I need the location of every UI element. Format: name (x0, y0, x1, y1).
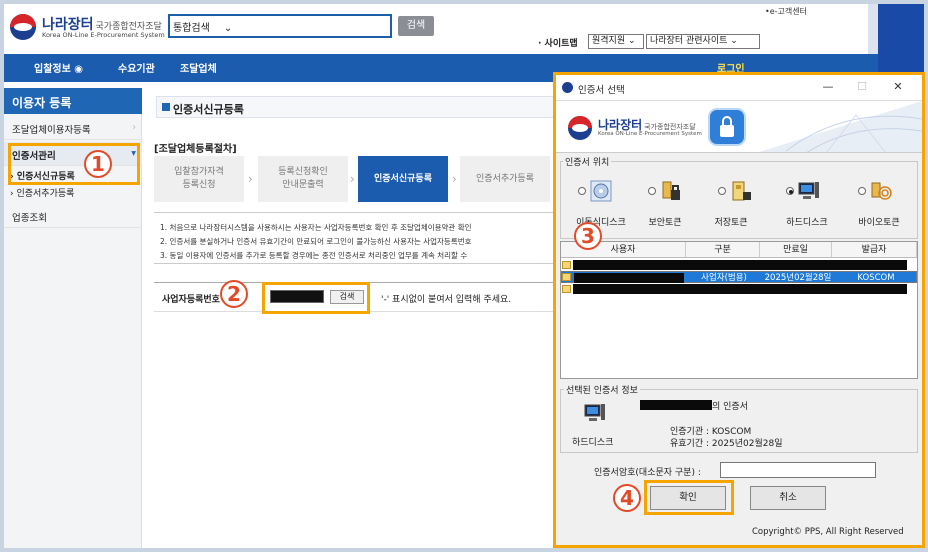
col-issuer[interactable]: 발급자 (832, 242, 917, 258)
step-add-cert: 인증서추가등록 (460, 156, 550, 202)
cert-row-icon (562, 285, 571, 293)
related-sites-select[interactable]: 나라장터 관련사이트 ⌄ (646, 34, 760, 49)
step-qualification: 입찰참가자격 등록신청 (154, 156, 244, 202)
dialog-title: 인증서 선택 (578, 85, 625, 96)
notice-item: 2. 인증서를 분실하거나 인증서 유효기간이 만료되어 로그인이 불가능하신 … (160, 237, 472, 246)
location-label-security-token: 보안토큰 (648, 218, 682, 228)
chevron-right-icon: › (452, 172, 457, 186)
col-expiry[interactable]: 만료일 (760, 242, 832, 258)
selected-cert-owner: 의 인증서 (712, 402, 748, 412)
password-input[interactable] (720, 462, 876, 478)
sidebar-item-supplier-user[interactable]: 조달업체이용자등록 › (4, 116, 142, 140)
radio-storage-token[interactable] (718, 187, 726, 195)
password-label: 인증서암호(대소문자 구분) : (594, 468, 701, 478)
table-row[interactable] (561, 259, 917, 271)
storage-token-icon[interactable] (730, 180, 752, 202)
procedure-title: [조달업체등록절차] (154, 144, 237, 155)
notice-item: 3. 동일 이용자에 인증서를 추가로 등록할 경우에는 종전 인증서로 처리중… (160, 251, 468, 260)
table-row[interactable] (561, 283, 917, 295)
globe-icon: ◉ (74, 64, 84, 75)
chevron-right-icon: › (248, 172, 253, 186)
sidebar-sub-add-cert[interactable]: › 인증서추가등록 (10, 186, 74, 199)
app-logo-icon (562, 82, 573, 93)
chevron-right-icon: › (132, 122, 136, 133)
highlight-box-2 (262, 282, 370, 314)
remote-support-select[interactable]: 원격지원 ⌄ (588, 34, 644, 49)
search-type-select[interactable]: 통합검색 ⌄ (173, 19, 232, 34)
location-label-hard-disk: 하드디스크 (786, 218, 828, 228)
step-marker-1: 1 (84, 150, 112, 178)
step-marker-3: 3 (574, 222, 602, 250)
chevron-right-icon: › (350, 172, 355, 186)
col-type[interactable]: 구분 (686, 242, 760, 258)
location-legend: 인증서 위치 (563, 155, 612, 168)
redacted-text (573, 260, 907, 270)
dialog-brand-english: Korea ON-Line E-Procurement System (598, 131, 702, 137)
notice-item: 1. 처음으로 나라장터시스템을 사용하시는 사용자는 사업자등록번호 확인 후… (160, 223, 472, 232)
sitemap-link[interactable]: · 사이트맵 (538, 36, 578, 49)
customer-center-link[interactable]: •e-고객센터 (765, 6, 807, 17)
location-label-storage-token: 저장토큰 (714, 218, 748, 228)
biz-number-hint: '-' 표시없이 붙여서 입력해 주세요. (381, 295, 512, 305)
selected-cert-legend: 선택된 인증서 정보 (564, 383, 640, 396)
security-token-icon[interactable] (660, 180, 682, 202)
biz-number-label: 사업자등록번호 (162, 295, 220, 305)
minimize-icon[interactable]: — (816, 78, 840, 96)
maximize-icon: ☐ (857, 80, 867, 93)
step-confirmation: 등록신청확인 안내문출력 (258, 156, 348, 202)
chevron-down-icon: ⌄ (223, 23, 233, 34)
radio-hard-disk[interactable] (786, 187, 794, 195)
copyright-text: Copyright© PPS, All Right Reserved (752, 527, 904, 537)
step-marker-4: 4 (613, 484, 641, 512)
title-bullet-icon (162, 103, 170, 111)
search-button[interactable]: 검색 (398, 16, 434, 36)
table-row-selected[interactable]: 사업자(범용) 2025년02월28일 KOSCOM (561, 271, 917, 283)
hard-disk-icon (584, 402, 606, 424)
selected-cert-validity: 유효기간 : 2025년02월28일 (670, 439, 783, 449)
bio-token-icon[interactable] (870, 180, 892, 202)
radio-removable[interactable] (578, 187, 586, 195)
nav-bid-info[interactable]: 입찰정보 ◉ (34, 60, 83, 75)
notice-list: 1. 처음으로 나라장터시스템을 사용하시는 사용자는 사업자등록번호 확인 후… (154, 212, 556, 264)
sidebar-title: 이용자 등록 (4, 88, 142, 114)
logo-icon (568, 116, 592, 140)
location-label-bio-token: 바이오토큰 (858, 218, 900, 228)
redacted-text (573, 284, 907, 294)
cert-row-icon (562, 273, 571, 281)
nav-demand-agency[interactable]: 수요기관 (118, 60, 155, 75)
cert-row-icon (562, 261, 571, 269)
lock-icon (708, 108, 746, 146)
step-new-cert: 인증서신규등록 (358, 156, 448, 202)
nav-supplier[interactable]: 조달업체 (180, 60, 217, 75)
page-title: 인증서신규등록 (156, 96, 556, 118)
highlight-box-4 (644, 480, 734, 515)
highlight-box-1 (8, 143, 140, 185)
redacted-text (640, 400, 712, 410)
redacted-text (574, 273, 684, 283)
cancel-button[interactable]: 취소 (750, 486, 826, 510)
hard-disk-icon[interactable] (798, 180, 820, 202)
sidebar-item-industry-search[interactable]: 업종조회 (4, 204, 142, 228)
radio-bio-token[interactable] (858, 187, 866, 195)
selected-device-label: 하드디스크 (572, 438, 614, 448)
step-marker-2: 2 (220, 280, 248, 308)
removable-disk-icon[interactable] (590, 180, 612, 202)
logo-icon[interactable] (10, 14, 36, 40)
radio-security-token[interactable] (648, 187, 656, 195)
brand-english: Korea ON-Line E-Procurement System (42, 31, 165, 39)
close-icon[interactable]: ✕ (886, 78, 910, 96)
